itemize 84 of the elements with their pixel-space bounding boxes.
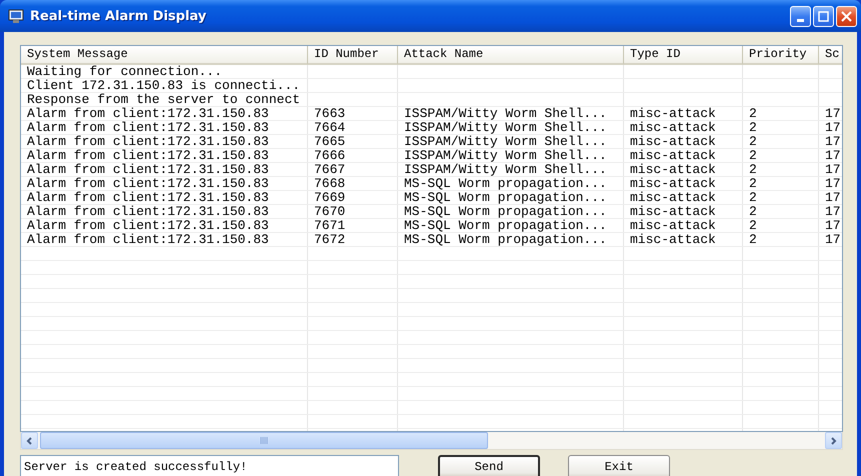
table-cell-text: ISSPAM/Witty Worm Shell... (403, 121, 608, 135)
scroll-left-button[interactable] (21, 432, 38, 449)
table-cell-text: 17 (824, 219, 842, 233)
monitor-icon (8, 8, 24, 24)
table-cell-text: Alarm from client:172.31.150.83 (26, 149, 270, 163)
table-cell-text: 7671 (313, 219, 346, 233)
table-cell-text: 2 (748, 149, 758, 163)
table-cell-text: Client 172.31.150.83 is connecti... (26, 79, 302, 93)
minimize-button[interactable] (790, 6, 811, 26)
table-cell-text: Response from the server to connect (26, 93, 302, 107)
exit-button[interactable]: Exit (568, 455, 670, 476)
close-button[interactable] (836, 6, 857, 26)
table-cell-text: misc-attack (629, 219, 717, 233)
column-header[interactable]: Attack Name (398, 46, 624, 65)
table-cell-text: 7664 (313, 121, 346, 135)
table-cell-text: ISSPAM/Witty Worm Shell... (403, 149, 608, 163)
horizontal-scrollbar[interactable] (20, 432, 843, 450)
table-cell-text: ISSPAM/Witty Worm Shell... (403, 163, 608, 177)
table-cell-text: Alarm from client:172.31.150.83 (26, 135, 270, 149)
table-cell-text: 2 (748, 177, 758, 191)
table-cell-text: 2 (748, 233, 758, 247)
table-cell-text: 7669 (313, 191, 346, 205)
table-cell-text: ISSPAM/Witty Worm Shell... (403, 135, 608, 149)
scrollbar-thumb[interactable] (40, 432, 488, 449)
table-cell-text: 17 (824, 135, 842, 149)
column-header[interactable]: Type ID (624, 46, 743, 65)
table-cell-text: misc-attack (629, 107, 717, 121)
window-title: Real-time Alarm Display (30, 8, 208, 24)
column-header[interactable]: System Message (21, 46, 308, 65)
table-cell-text: 2 (748, 219, 758, 233)
table-cell-text: Alarm from client:172.31.150.83 (26, 177, 270, 191)
table-cell-text: 2 (748, 205, 758, 219)
table-cell-text: 2 (748, 107, 758, 121)
minimize-icon (797, 18, 804, 22)
table-cell-text: Waiting for connection... (26, 65, 224, 79)
table-cell-text: misc-attack (629, 177, 717, 191)
table-cell-text: 17 (824, 191, 842, 205)
table-cell-text: ISSPAM/Witty Worm Shell... (403, 107, 608, 121)
table-cell-text: misc-attack (629, 135, 717, 149)
maximize-button[interactable] (813, 6, 834, 26)
column-header[interactable]: ID Number (308, 46, 398, 65)
table-cell-text: misc-attack (629, 149, 717, 163)
table-cell-text: misc-attack (629, 121, 717, 135)
table-cell-text: 7667 (313, 163, 346, 177)
table-cell-text: 7668 (313, 177, 346, 191)
column-header[interactable]: Priority (743, 46, 819, 65)
table-cell-text: Alarm from client:172.31.150.83 (26, 163, 270, 177)
table-cell-text: 7672 (313, 233, 346, 247)
table-cell-text: 2 (748, 191, 758, 205)
table-cell-text: MS-SQL Worm propagation... (403, 219, 608, 233)
send-button[interactable]: Send (438, 455, 540, 476)
scroll-right-button[interactable] (825, 432, 842, 449)
table-cell-text: 7666 (313, 149, 346, 163)
table-cell-text: 17 (824, 177, 842, 191)
table-cell-text: 2 (748, 163, 758, 177)
table-cell-text: Alarm from client:172.31.150.83 (26, 233, 270, 247)
table-cell-text: 2 (748, 135, 758, 149)
table-cell-text: Alarm from client:172.31.150.83 (26, 121, 270, 135)
table-cell-text: 7665 (313, 135, 346, 149)
table-cell-text: MS-SQL Worm propagation... (403, 205, 608, 219)
table-cell-text: 17 (824, 121, 842, 135)
table-cell-text: Alarm from client:172.31.150.83 (26, 205, 270, 219)
table-cell-text: Alarm from client:172.31.150.83 (26, 219, 270, 233)
table-cell-text: 17 (824, 233, 842, 247)
table-cell-text: misc-attack (629, 233, 717, 247)
table-cell-text: MS-SQL Worm propagation... (403, 177, 608, 191)
table-cell-text: 2 (748, 121, 758, 135)
table-cell-text: misc-attack (629, 205, 717, 219)
table-cell-text: 17 (824, 163, 842, 177)
table-cell-text: misc-attack (629, 191, 717, 205)
table-cell-text: 7663 (313, 107, 346, 121)
close-icon (841, 10, 852, 22)
table-cell-text: Alarm from client:172.31.150.83 (26, 191, 270, 205)
table-cell-text: 17 (824, 205, 842, 219)
table-cell-text: MS-SQL Worm propagation... (403, 191, 608, 205)
table-cell-text: misc-attack (629, 163, 717, 177)
table-cell-text: Alarm from client:172.31.150.83 (26, 107, 270, 121)
column-header[interactable]: Sc (819, 46, 842, 65)
table-cell-text: 7670 (313, 205, 346, 219)
table-cell-text: 17 (824, 149, 842, 163)
table-cell-text: MS-SQL Worm propagation... (403, 233, 608, 247)
message-field[interactable]: Server is created successfully! (20, 455, 399, 476)
table-cell-text: 17 (824, 107, 842, 121)
maximize-icon (818, 10, 829, 22)
